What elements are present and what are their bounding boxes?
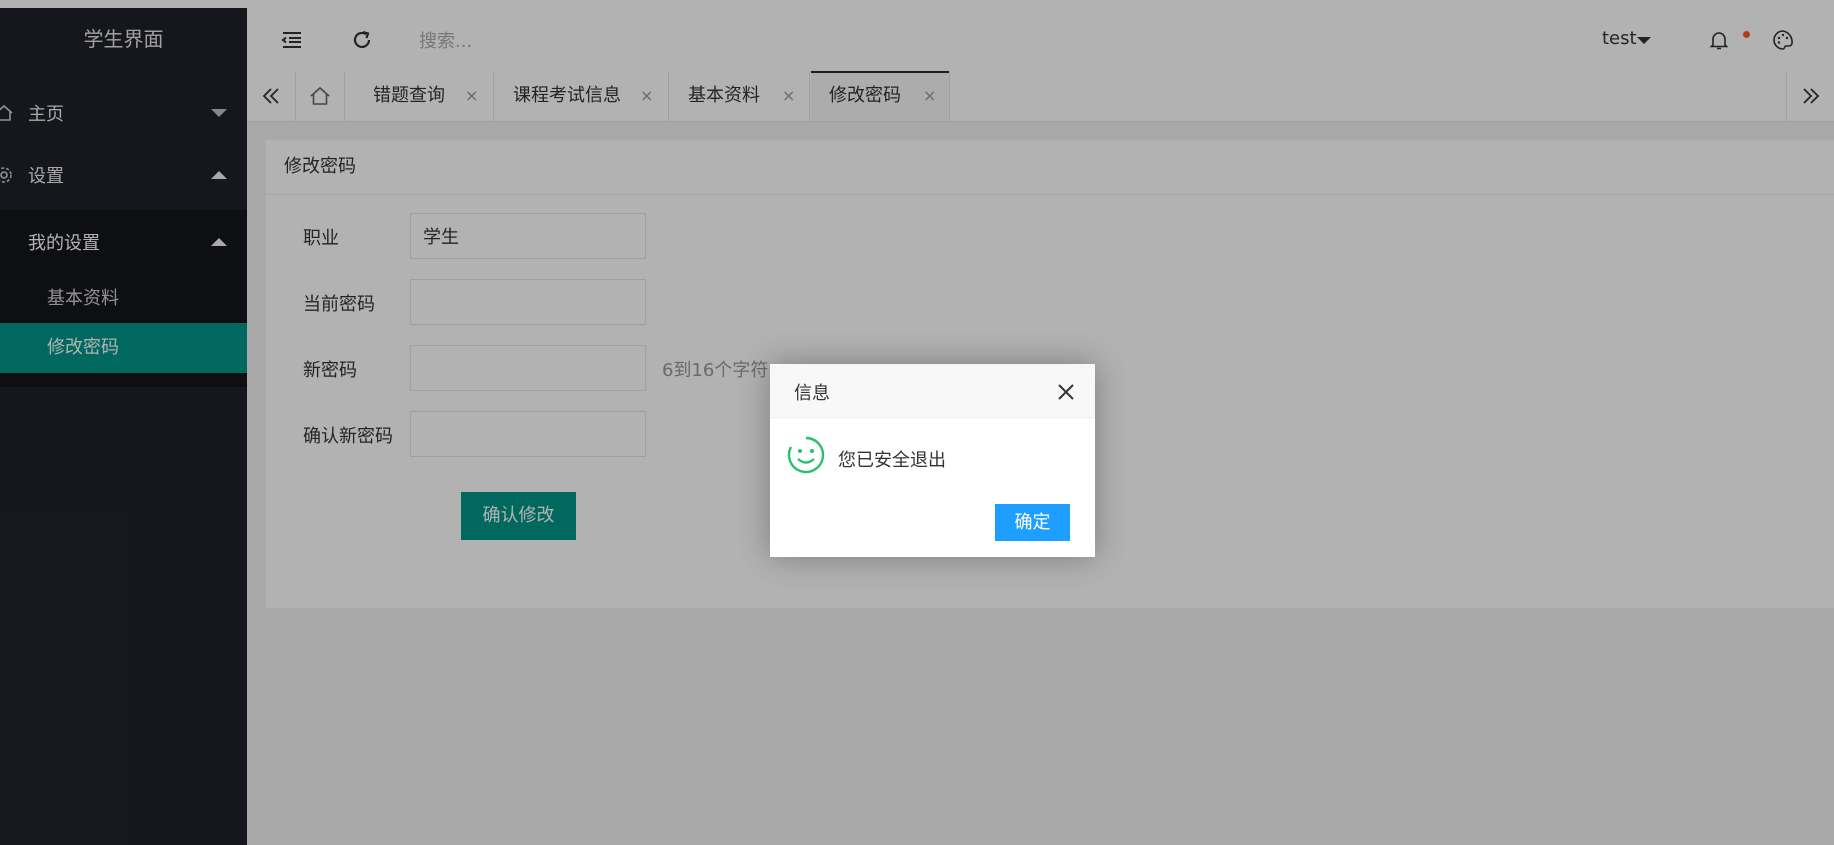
info-dialog: 信息 您已安全退出 确定	[770, 364, 1095, 557]
ok-button[interactable]: 确定	[995, 504, 1070, 541]
dialog-title: 信息	[794, 383, 830, 404]
dialog-message: 您已安全退出	[838, 450, 946, 471]
dialog-header: 信息	[770, 364, 1095, 418]
smile-icon	[787, 436, 825, 474]
close-icon[interactable]	[1057, 383, 1075, 401]
